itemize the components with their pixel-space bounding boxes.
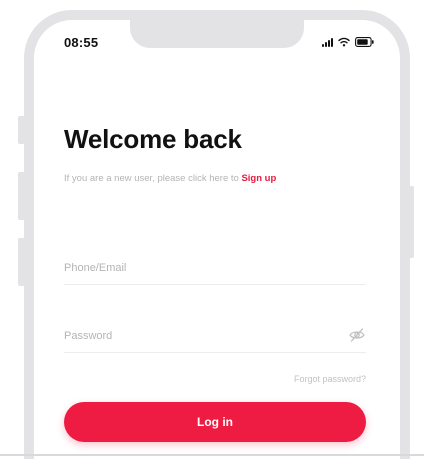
forgot-password-link[interactable]: Forgot password? xyxy=(294,374,366,384)
bottom-divider xyxy=(0,454,424,456)
page-title: Welcome back xyxy=(64,124,242,154)
battery-icon xyxy=(355,37,374,47)
password-input[interactable] xyxy=(64,326,334,346)
signup-prompt: If you are a new user, please click here… xyxy=(64,173,276,184)
signup-link[interactable]: Sign up xyxy=(241,173,276,184)
phone-screen: 08:55 Welcome back If you are a new user… xyxy=(34,20,400,459)
login-button[interactable]: Log in xyxy=(64,402,366,442)
wifi-icon xyxy=(338,37,350,47)
phone-email-field xyxy=(64,254,366,285)
eye-off-icon[interactable] xyxy=(348,326,366,344)
status-time: 08:55 xyxy=(64,35,99,50)
password-field xyxy=(64,322,366,353)
phone-email-input[interactable] xyxy=(64,258,334,278)
status-icons xyxy=(322,35,374,49)
signal-icon xyxy=(322,37,333,47)
app-stage: 08:55 Welcome back If you are a new user… xyxy=(0,0,424,459)
phone-notch xyxy=(130,20,304,48)
phone-frame: 08:55 Welcome back If you are a new user… xyxy=(24,10,410,459)
signup-prompt-text: If you are a new user, please click here… xyxy=(64,173,242,184)
